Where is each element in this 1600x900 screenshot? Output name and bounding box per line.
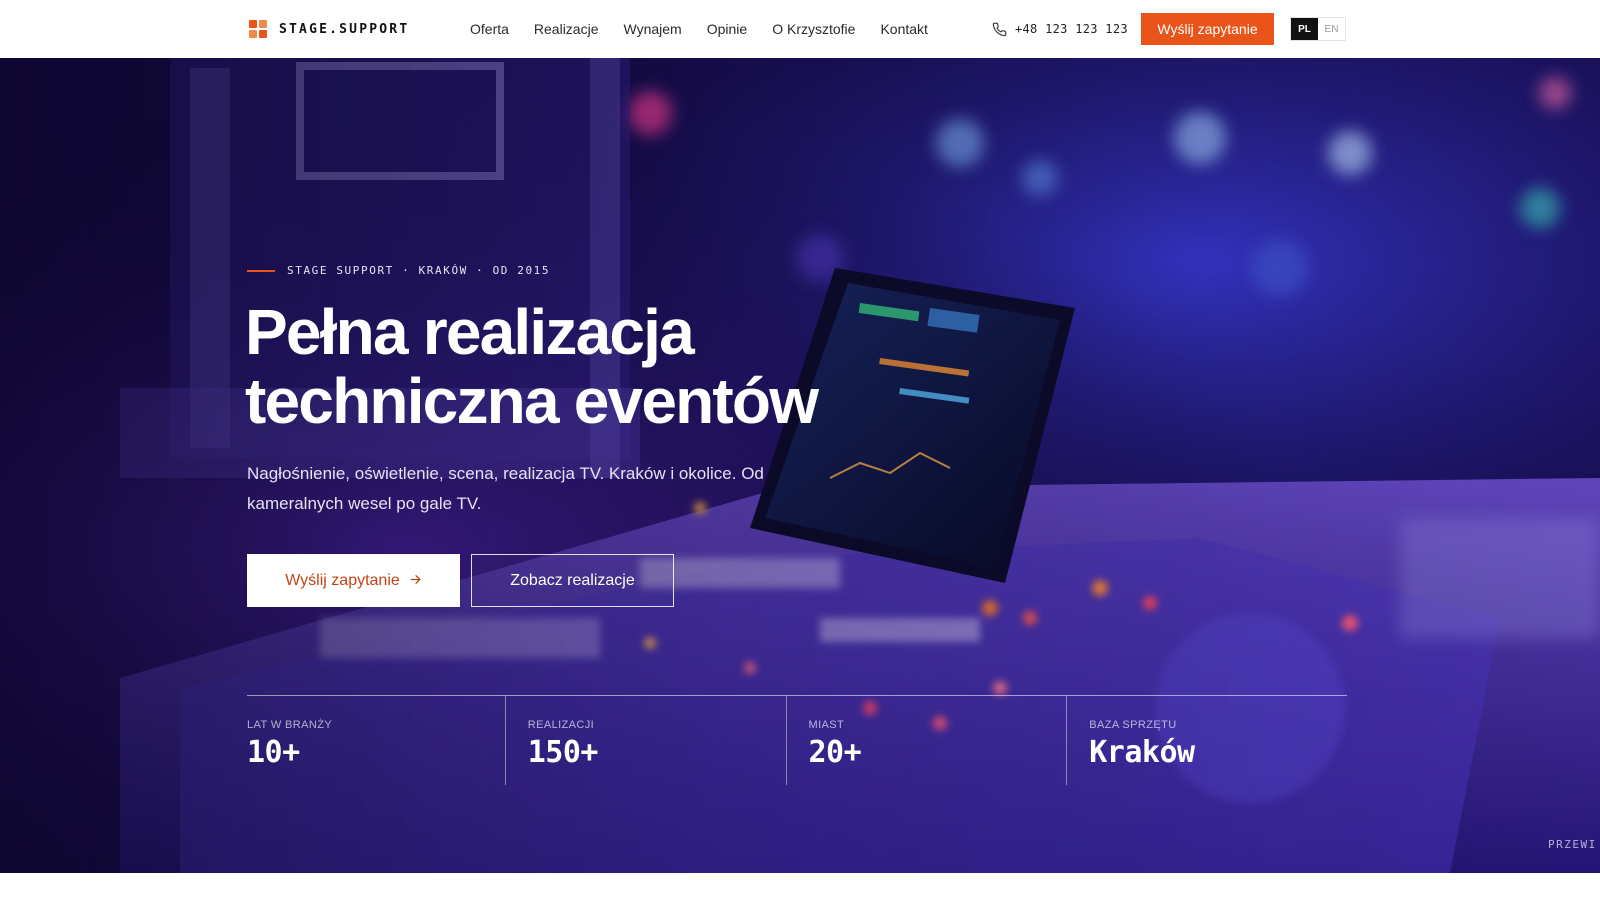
brand-name: STAGE.SUPPORT xyxy=(279,21,410,37)
stat-value: 10+ xyxy=(247,735,300,770)
nav-item-opinie[interactable]: Opinie xyxy=(707,21,747,37)
headline-line-1: Pełna realizacja xyxy=(245,296,695,368)
phone-number: +48 123 123 123 xyxy=(1015,22,1128,36)
nav-item-o-krzysztofie[interactable]: O Krzysztofie xyxy=(772,21,855,37)
stat-equipment-base: BAZA SPRZĘTU Kraków xyxy=(1066,696,1347,785)
stats-row: LAT W BRANŻY 10+ REALIZACJI 150+ MIAST 2… xyxy=(247,695,1347,785)
hero-headline: Pełna realizacja techniczna eventów xyxy=(245,298,985,436)
hero-send-inquiry-label: Wyślij zapytanie xyxy=(285,571,400,589)
nav-item-wynajem[interactable]: Wynajem xyxy=(624,21,682,37)
phone-link[interactable]: +48 123 123 123 xyxy=(992,0,1128,58)
brand-logo[interactable]: STAGE.SUPPORT xyxy=(249,20,409,38)
headline-line-2: techniczna eventów xyxy=(245,365,819,437)
logo-mark-icon xyxy=(249,20,267,38)
header-send-inquiry-button[interactable]: Wyślij zapytanie xyxy=(1141,13,1274,45)
lang-option-en[interactable]: EN xyxy=(1318,18,1345,40)
scroll-hint[interactable]: PRZEWI xyxy=(1548,838,1597,851)
stat-value: 150+ xyxy=(527,735,599,770)
nav-item-kontakt[interactable]: Kontakt xyxy=(880,21,927,37)
site-header: STAGE.SUPPORT Oferta Realizacje Wynajem … xyxy=(0,0,1600,58)
stat-realizations: REALIZACJI 150+ xyxy=(504,696,786,785)
language-switcher: PL EN xyxy=(1290,17,1346,41)
hero-send-inquiry-button[interactable]: Wyślij zapytanie xyxy=(247,554,460,607)
stat-value: Kraków xyxy=(1089,735,1195,770)
hero-subtitle: Nagłośnienie, oświetlenie, scena, realiz… xyxy=(247,464,764,513)
stat-cities: MIAST 20+ xyxy=(785,696,1067,785)
phone-icon xyxy=(992,22,1007,37)
hero-eyebrow: STAGE SUPPORT · KRAKÓW · OD 2015 xyxy=(247,264,550,277)
main-nav: Oferta Realizacje Wynajem Opinie O Krzys… xyxy=(470,0,953,58)
stat-label: MIAST xyxy=(808,719,845,731)
stat-label: LAT W BRANŻY xyxy=(247,719,333,731)
see-realizations-button[interactable]: Zobacz realizacje xyxy=(471,554,674,607)
stat-label: BAZA SPRZĘTU xyxy=(1089,719,1177,731)
stat-value: 20+ xyxy=(808,735,862,770)
stat-label: REALIZACJI xyxy=(527,719,595,731)
hero-section: STAGE SUPPORT · KRAKÓW · OD 2015 Pełna r… xyxy=(0,58,1600,873)
eyebrow-divider xyxy=(247,269,275,272)
arrow-right-icon xyxy=(409,573,422,589)
nav-item-oferta[interactable]: Oferta xyxy=(470,21,509,37)
nav-item-realizacje[interactable]: Realizacje xyxy=(534,21,599,37)
eyebrow-text: STAGE SUPPORT · KRAKÓW · OD 2015 xyxy=(287,264,551,277)
lang-option-pl[interactable]: PL xyxy=(1291,18,1318,40)
stat-years: LAT W BRANŻY 10+ xyxy=(247,696,505,785)
